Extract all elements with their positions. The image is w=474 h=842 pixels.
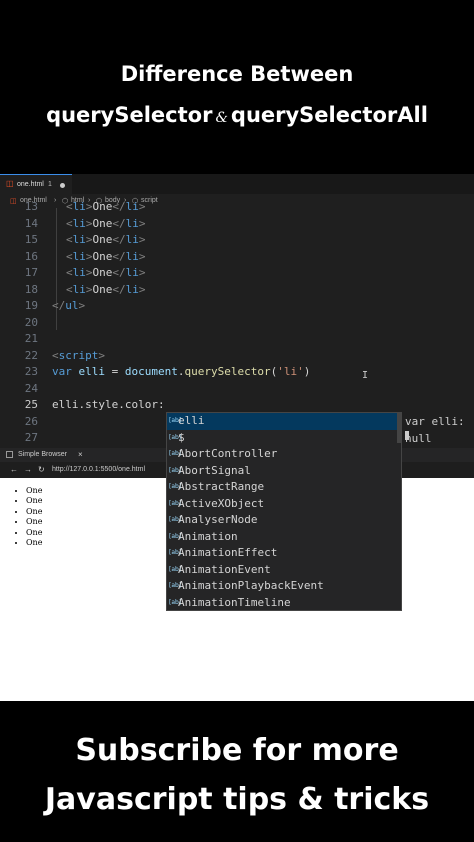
line-number: 23 [24,365,38,378]
browser-tab-label: Simple Browser [18,451,68,458]
code-line: <li>One</li> [66,249,146,263]
editor-tab-one-html[interactable]: ◫ one.html 1 [0,174,72,194]
video-title-line2: querySelector & querySelectorAll [0,103,474,127]
unsaved-dot-icon[interactable] [60,183,65,188]
line-number: 19 [24,299,38,312]
footer-line2: Javascript tips & tricks [44,782,430,817]
line-number: 14 [24,216,38,230]
title-method-1: querySelector [46,103,213,127]
video-title-line1: Difference Between [120,62,354,86]
code-line: <script> [52,348,105,362]
suggestion-item[interactable]: [ab] AnimationTimeline [167,595,401,612]
editor-tab-bar: ◫ one.html 1 [0,174,474,194]
suggestion-item[interactable]: [ab] AbortController [167,446,401,463]
forward-arrow-icon[interactable]: → [24,465,32,474]
line-number: 24 [24,381,38,395]
suggestion-item[interactable]: [ab] AbortSignal [167,463,401,480]
line-number: 20 [24,315,38,329]
suggestion-item[interactable]: [ab] AnimationEffect [167,545,401,562]
line-number: 15 [24,233,38,246]
line-number: 26 [24,414,38,428]
code-line: <li>One</li> [66,282,146,296]
suggestion-item[interactable]: [ab] AnalyserNode [167,512,401,529]
footer-line1: Subscribe for more [75,733,399,768]
code-line: <li>One</li> [66,200,146,213]
code-editor: ◫ one.html 1 ◫ one.html › ⬡ html › ⬡ bod… [0,174,474,448]
suggestion-item[interactable]: [ab] AnimationEvent [167,562,401,579]
line-number: 18 [24,282,38,296]
reload-icon[interactable]: ↻ [38,465,45,474]
browser-icon [6,451,13,458]
code-line: <li>One</li> [66,233,146,246]
chevron-right-icon: › [54,197,57,204]
line-number: 21 [24,332,38,345]
suggestion-item[interactable]: [ab] AnimationPlaybackEvent [167,578,401,595]
suggestion-item[interactable]: [ab] AbstractRange [167,479,401,496]
suggestion-scrollbar[interactable] [397,413,401,443]
code-line: <li>One</li> [66,216,146,230]
title-ampersand: & [215,110,228,126]
suggestion-item[interactable]: [ab] Animation [167,529,401,546]
suggestion-item[interactable]: [ab] $ [167,430,401,447]
code-line: </ul> [52,299,86,312]
tab-problem-count: 1 [48,181,52,188]
autocomplete-dropdown: [ab] elli [ab] $ [ab] AbortController [ab] A… [166,412,402,611]
tab-filename: one.html [17,181,44,188]
close-icon[interactable]: × [78,450,83,459]
text-cursor-icon: I [362,370,369,381]
hover-type-null: null [405,432,432,445]
code-line-current: elli.style.color: [52,398,165,411]
html5-icon: ◫ [6,179,14,188]
back-arrow-icon[interactable]: ← [10,465,18,474]
url-input[interactable]: http://127.0.0.1:5500/one.html [52,466,145,473]
title-method-2: querySelectorAll [230,103,428,127]
line-number: 22 [24,348,38,362]
suggestion-item[interactable]: [ab] elli [167,413,401,430]
suggestion-item[interactable]: [ab] ActiveXObject [167,496,401,513]
line-number: 13 [24,200,38,213]
line-number-active: 25 [24,398,38,411]
code-line: <li>One</li> [66,266,146,279]
line-number: 27 [24,431,38,444]
code-line-query: var elli = document.querySelector('li') [52,365,311,378]
line-number: 17 [24,266,38,279]
line-number: 16 [24,249,38,263]
